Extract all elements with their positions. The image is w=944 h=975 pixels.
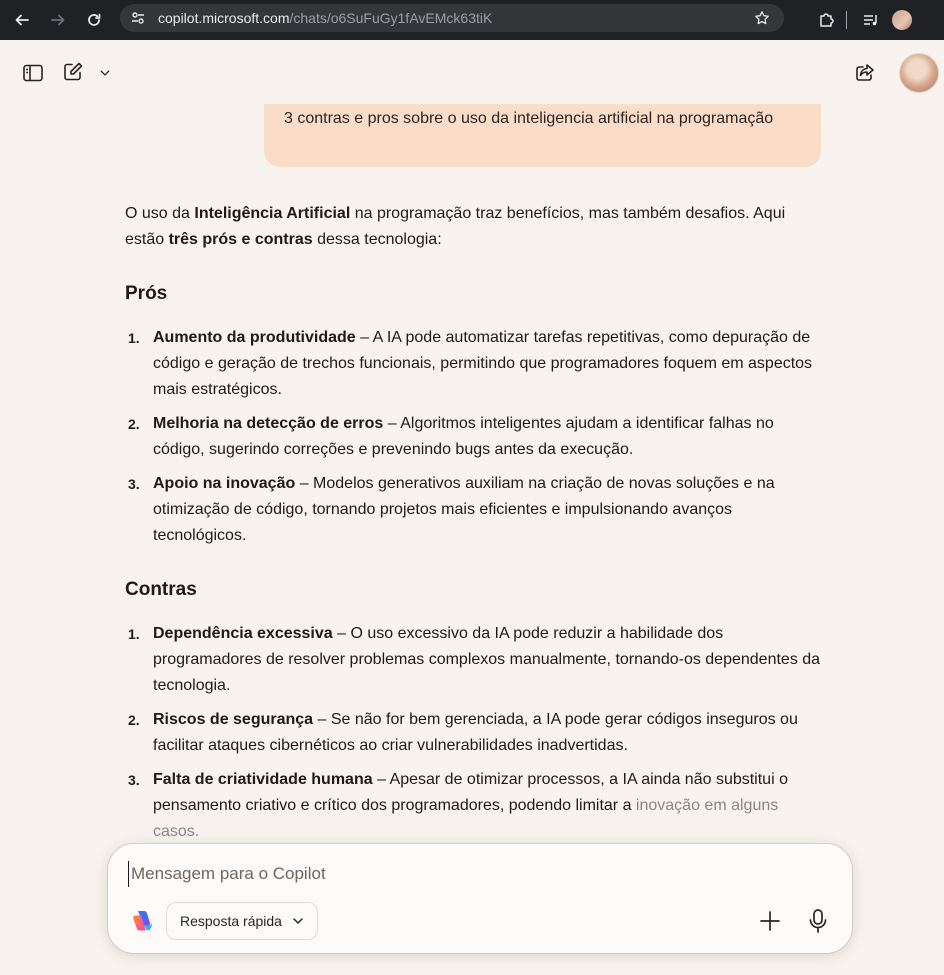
new-chat-button[interactable] <box>60 59 86 85</box>
item-title: Falta de criatividade humana <box>153 771 373 788</box>
message-input[interactable] <box>128 861 728 887</box>
cons-list: 1. Dependência excessiva – O uso excessiv… <box>125 621 825 845</box>
puzzle-icon[interactable] <box>818 11 836 29</box>
item-title: Melhoria na detecção de erros <box>153 415 384 432</box>
chevron-down-icon <box>293 918 303 924</box>
list-number: 1. <box>128 626 140 642</box>
item-title: Apoio na inovação <box>153 475 296 492</box>
intro-text-1: O uso da <box>125 205 195 222</box>
list-number: 2. <box>128 416 140 432</box>
forward-button[interactable] <box>45 7 71 33</box>
address-bar[interactable]: copilot.microsoft.com/chats/o6SuFuGy1fAv… <box>120 4 784 32</box>
list-item: 3. Apoio na inovação – Modelos generativo… <box>125 471 825 549</box>
list-item: 1. Aumento da produtividade – A IA pode a… <box>125 325 825 403</box>
pros-heading: Prós <box>125 283 168 304</box>
pros-list: 1. Aumento da produtividade – A IA pode a… <box>125 325 825 549</box>
user-message-text: 3 contras e pros sobre o uso da intelige… <box>284 110 774 127</box>
list-item: 1. Dependência excessiva – O uso excessiv… <box>125 621 825 699</box>
compose-icon <box>64 62 83 81</box>
star-icon[interactable] <box>754 10 770 26</box>
arrow-right-icon <box>51 14 65 26</box>
list-item: 2. Riscos de segurança – Se não for bem g… <box>125 707 825 759</box>
response-mode-label: Resposta rápida <box>180 913 282 929</box>
app-header <box>0 40 944 104</box>
back-button[interactable] <box>9 7 35 33</box>
sidebar-toggle-button[interactable] <box>20 60 46 86</box>
chevron-down-icon <box>100 70 110 76</box>
intro-text-3: dessa tecnologia: <box>312 231 442 248</box>
sidebar-icon <box>23 64 43 82</box>
list-item: 2. Melhoria na detecção de erros – Algori… <box>125 411 825 463</box>
new-chat-options-button[interactable] <box>92 60 118 86</box>
share-icon <box>856 64 874 81</box>
list-number: 2. <box>128 712 140 728</box>
list-number: 1. <box>128 330 140 346</box>
url-text: copilot.microsoft.com/chats/o6SuFuGy1fAv… <box>158 10 492 26</box>
media-queue-icon[interactable] <box>862 11 880 29</box>
microphone-icon[interactable] <box>806 908 830 934</box>
list-item: 3. Falta de criatividade humana – Apesar … <box>125 767 825 845</box>
intro-bold-2: três prós e contras <box>168 231 313 248</box>
reload-button[interactable] <box>81 7 107 33</box>
response-mode-dropdown[interactable]: Resposta rápida <box>166 902 318 940</box>
user-message-bubble: 3 contras e pros sobre o uso da intelige… <box>264 104 821 167</box>
response-intro: O uso da Inteligência Artificial na prog… <box>125 201 825 253</box>
list-number: 3. <box>128 476 140 492</box>
plus-icon[interactable] <box>758 909 782 933</box>
browser-toolbar: copilot.microsoft.com/chats/o6SuFuGy1fAv… <box>0 0 944 40</box>
user-avatar[interactable] <box>899 53 939 93</box>
url-path: /chats/o6SuFuGy1fAvEMck63tiK <box>289 10 493 26</box>
item-title: Aumento da produtividade <box>153 329 356 346</box>
assistant-response: O uso da Inteligência Artificial na prog… <box>125 201 825 853</box>
browser-profile-avatar[interactable] <box>892 10 912 30</box>
message-composer: Resposta rápida <box>108 844 852 953</box>
reload-icon <box>88 13 101 26</box>
intro-bold-1: Inteligência Artificial <box>194 205 351 222</box>
item-title: Dependência excessiva <box>153 625 333 642</box>
copilot-logo-icon <box>133 911 152 931</box>
cons-heading: Contras <box>125 579 197 600</box>
share-button[interactable] <box>852 60 878 86</box>
list-number: 3. <box>128 772 140 788</box>
url-host: copilot.microsoft.com <box>158 10 290 26</box>
item-title: Riscos de segurança <box>153 711 314 728</box>
tune-icon[interactable] <box>130 10 146 26</box>
arrow-left-icon <box>15 14 29 26</box>
toolbar-divider <box>846 11 847 29</box>
